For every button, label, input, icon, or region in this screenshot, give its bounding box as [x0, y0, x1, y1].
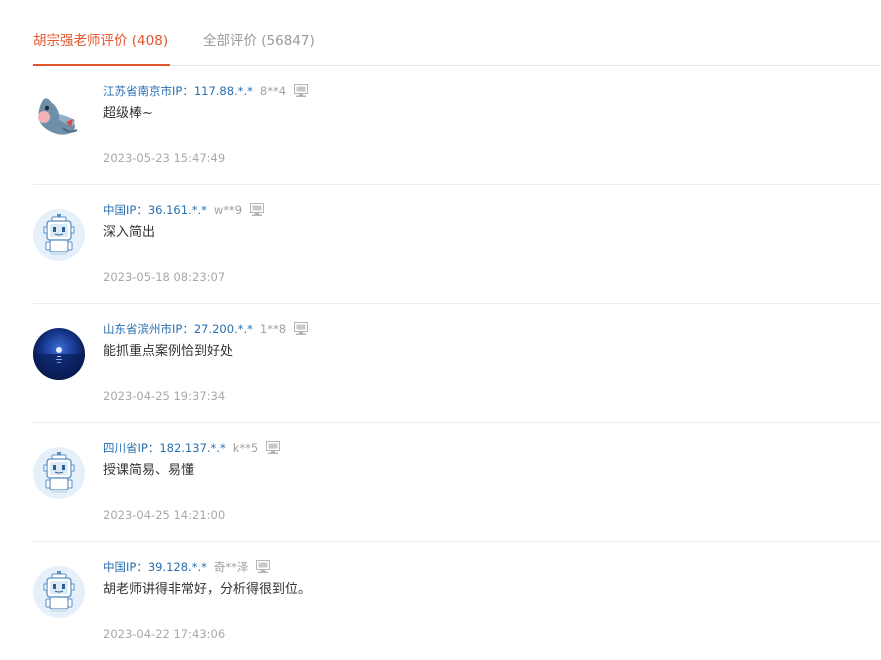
pc-icon — [294, 322, 308, 335]
comment-text: 胡老师讲得非常好，分析得很到位。 — [103, 582, 312, 597]
comment-meta: 山东省滨州市IP：27.200.*.* 1**8 — [103, 321, 308, 337]
robot-avatar[interactable] — [33, 566, 85, 618]
comment-timestamp: 2023-05-23 15:47:49 — [103, 151, 226, 165]
pc-icon — [256, 560, 270, 573]
comment-meta: 江苏省南京市IP：117.88.*.* 8**4 — [103, 83, 308, 99]
username: w**9 — [213, 203, 243, 217]
comment-meta: 中国IP：36.161.*.* w**9 — [103, 202, 264, 218]
comment-timestamp: 2023-04-25 14:21:00 — [103, 508, 226, 522]
robot-avatar[interactable] — [33, 447, 85, 499]
username: 奇**泽 — [213, 560, 249, 574]
comment-meta: 中国IP：39.128.*.* 奇**泽 — [103, 559, 270, 575]
tab-teacher-reviews[interactable]: 胡宗强老师评价 (408) — [33, 32, 170, 66]
comment-item: 山东省滨州市IP：27.200.*.* 1**8 能抓重点案例恰到好处 2023-… — [33, 304, 881, 423]
comment-timestamp: 2023-05-18 08:23:07 — [103, 270, 226, 284]
comment-timestamp: 2023-04-25 19:37:34 — [103, 389, 226, 403]
username: 1**8 — [259, 322, 287, 336]
comment-text: 授课简易、易懂 — [103, 463, 195, 478]
ip-location[interactable]: 中国IP：39.128.*.* — [103, 560, 207, 574]
username: 8**4 — [259, 84, 287, 98]
ip-location[interactable]: 山东省滨州市IP：27.200.*.* — [103, 322, 253, 336]
pc-icon — [294, 84, 308, 97]
comment-item: 中国IP：39.128.*.* 奇**泽 胡老师讲得非常好，分析得很到位。 202… — [33, 542, 881, 660]
comment-text: 超级棒~ — [103, 106, 153, 121]
comment-timestamp: 2023-04-22 17:43:06 — [103, 627, 226, 641]
comment-item: 江苏省南京市IP：117.88.*.* 8**4 超级棒~ 2023-05-23 … — [33, 66, 881, 185]
pc-icon — [250, 203, 264, 216]
username: k**5 — [232, 441, 259, 455]
review-tabs: 胡宗强老师评价 (408) 全部评价 (56847) — [33, 0, 881, 66]
ip-location[interactable]: 四川省IP：182.137.*.* — [103, 441, 226, 455]
comment-text: 能抓重点案例恰到好处 — [103, 344, 234, 359]
comment-text: 深入简出 — [103, 225, 156, 240]
tab-teacher-reviews-label: 胡宗强老师评价 (408) — [33, 33, 169, 49]
comment-item: 中国IP：36.161.*.* w**9 深入简出 2023-05-18 08:2… — [33, 185, 881, 304]
comment-item: 四川省IP：182.137.*.* k**5 授课简易、易懂 2023-04-25… — [33, 423, 881, 542]
night-sea-avatar[interactable] — [33, 328, 85, 380]
pc-icon — [266, 441, 280, 454]
tab-all-reviews[interactable]: 全部评价 (56847) — [203, 32, 315, 65]
comment-meta: 四川省IP：182.137.*.* k**5 — [103, 440, 280, 456]
ip-location[interactable]: 中国IP：36.161.*.* — [103, 203, 207, 217]
ip-location[interactable]: 江苏省南京市IP：117.88.*.* — [103, 84, 253, 98]
robot-avatar[interactable] — [33, 209, 85, 261]
tab-all-reviews-label: 全部评价 (56847) — [203, 33, 315, 49]
comment-list: 江苏省南京市IP：117.88.*.* 8**4 超级棒~ 2023-05-23 … — [33, 66, 881, 660]
cartoon-bird-avatar[interactable] — [33, 90, 85, 142]
